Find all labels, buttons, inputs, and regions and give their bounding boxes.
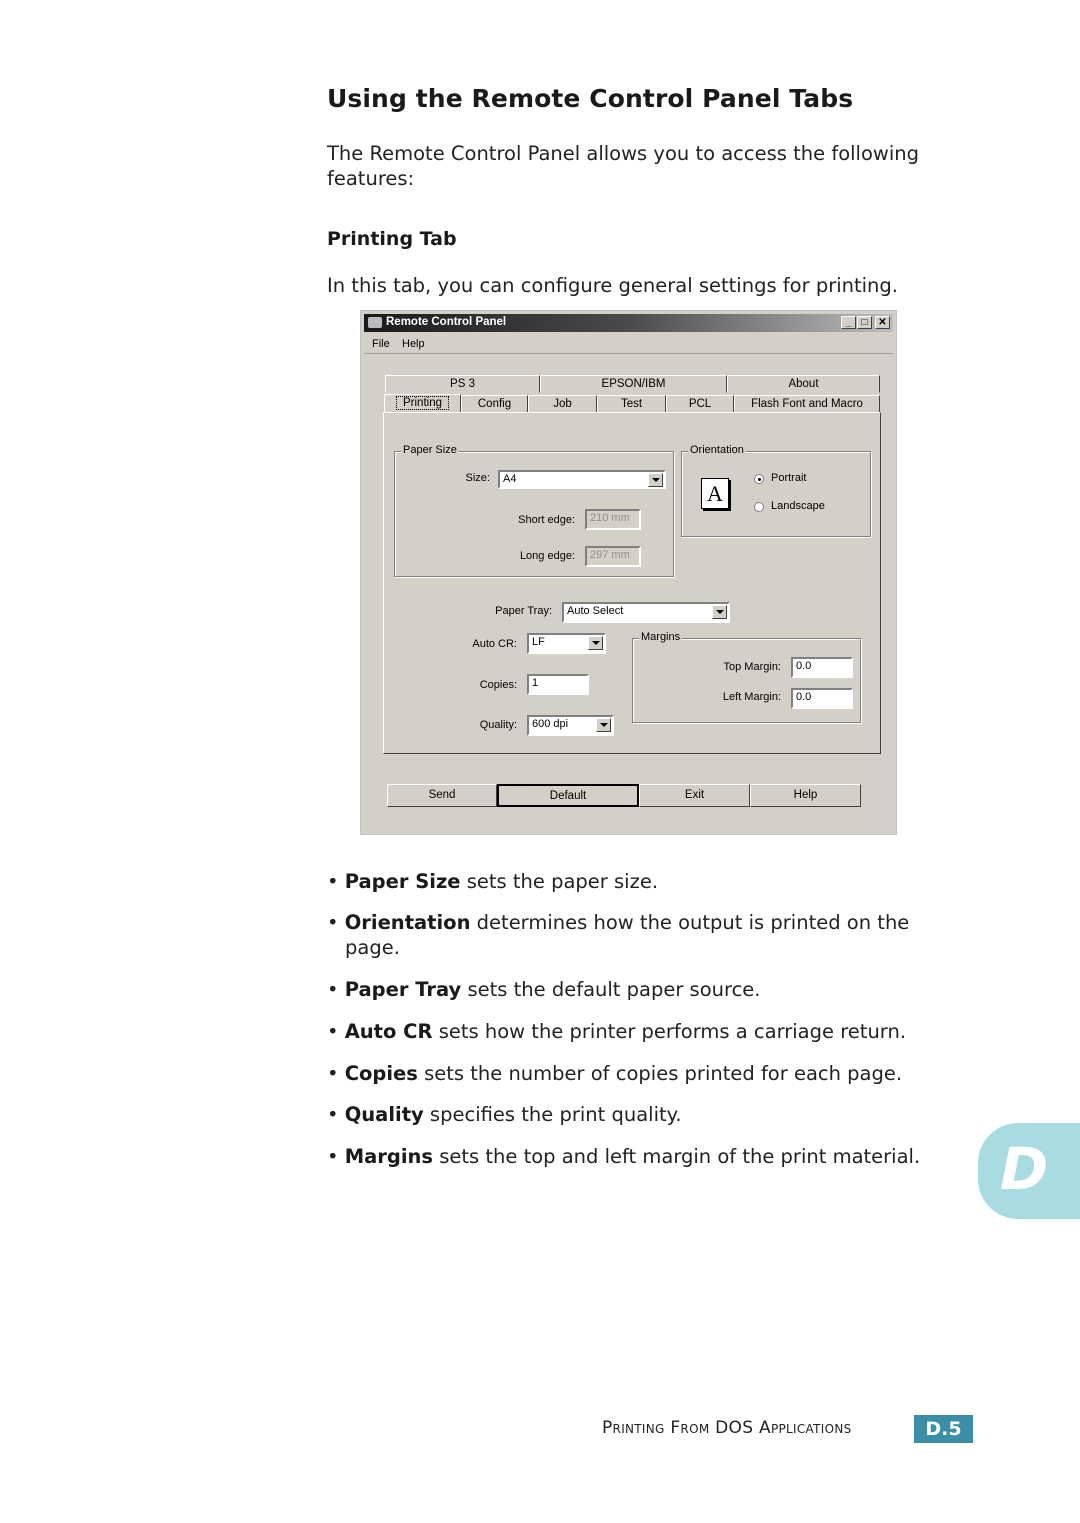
dropdown-arrow-icon[interactable] [712, 605, 727, 619]
page-heading: Using the Remote Control Panel Tabs [327, 84, 854, 113]
bullet-paper-size: • Paper Size sets the paper size. [327, 870, 659, 893]
copies-input[interactable]: 1 [527, 674, 589, 695]
section-title: Printing Tab [327, 228, 457, 250]
tab-printing[interactable]: Printing [384, 394, 461, 413]
intro-line-2: features: [327, 167, 415, 190]
portrait-radio[interactable] [754, 474, 764, 484]
portrait-label[interactable]: Portrait [771, 472, 806, 484]
bullet-copies: • Copies sets the number of copies print… [327, 1062, 903, 1085]
paper-tray-label: Paper Tray: [495, 605, 552, 617]
long-edge-label: Long edge: [519, 550, 575, 562]
chapter-letter: D [1000, 1135, 1049, 1203]
tab-job[interactable]: Job [528, 395, 597, 413]
paper-size-group-label: Paper Size [401, 444, 459, 456]
tab-flash-font-macro[interactable]: Flash Font and Macro [734, 395, 880, 413]
tab-test[interactable]: Test [597, 395, 666, 413]
tab-pcl[interactable]: PCL [666, 395, 734, 413]
bullet-text: sets the number of copies printed for ea… [417, 1062, 903, 1085]
bullet-term: Margins [344, 1145, 434, 1168]
paper-size-group: Paper Size Size: A4 Short edge: 210 mm L… [394, 444, 674, 577]
orientation-group: Orientation A Portrait Landscape [681, 444, 871, 537]
left-margin-input[interactable]: 0.0 [791, 688, 853, 709]
auto-cr-select[interactable]: LF [527, 633, 606, 654]
short-edge-field: 210 mm [585, 509, 641, 530]
margins-group-label: Margins [639, 631, 683, 643]
bullet-text: sets the top and left margin of the prin… [433, 1145, 921, 1168]
left-margin-label: Left Margin: [722, 691, 781, 703]
footer-chapter-title: Printing From DOS Applications [602, 1418, 852, 1438]
tab-epson-ibm[interactable]: EPSON/IBM [540, 375, 727, 393]
bullet-term: Copies [344, 1062, 418, 1085]
bullet-text: determines how the output is printed on … [470, 911, 910, 934]
bullet-term: Quality [344, 1103, 424, 1126]
window-title: Remote Control Panel [386, 316, 507, 328]
bullet-orientation-cont: page. [345, 936, 400, 959]
menu-help[interactable]: Help [402, 338, 425, 350]
remote-control-panel-window: Remote Control Panel _ □ ✕ File Help PS … [360, 310, 897, 835]
bullet-term: Paper Size [344, 870, 461, 893]
landscape-label[interactable]: Landscape [771, 500, 825, 512]
landscape-radio[interactable] [754, 502, 764, 512]
dropdown-arrow-icon[interactable] [648, 473, 663, 487]
send-button[interactable]: Send [387, 784, 497, 807]
intro-line-1: The Remote Control Panel allows you to a… [327, 142, 919, 165]
bullet-orientation: • Orientation determines how the output … [327, 911, 910, 934]
top-margin-input[interactable]: 0.0 [791, 657, 853, 678]
bullet-text: sets the default paper source. [461, 978, 761, 1001]
margins-group: Margins Top Margin: 0.0 Left Margin: 0.0 [632, 631, 861, 723]
size-label: Size: [465, 472, 490, 484]
auto-cr-label: Auto CR: [472, 638, 517, 650]
exit-button[interactable]: Exit [639, 784, 750, 807]
bullet-term: Paper Tray [344, 978, 462, 1001]
bullet-term: Auto CR [344, 1020, 433, 1043]
auto-cr-value: LF [532, 636, 545, 648]
long-edge-field: 297 mm [585, 546, 641, 567]
maximize-button[interactable]: □ [857, 316, 872, 329]
menu-file[interactable]: File [372, 338, 390, 350]
paper-tray-select[interactable]: Auto Select [562, 602, 730, 623]
tab-about[interactable]: About [727, 375, 880, 393]
bullet-text: sets how the printer performs a carriage… [432, 1020, 907, 1043]
tab-config[interactable]: Config [461, 395, 528, 413]
dropdown-arrow-icon[interactable] [596, 718, 611, 732]
section-intro: In this tab, you can configure general s… [327, 274, 898, 297]
bullet-paper-tray: • Paper Tray sets the default paper sour… [327, 978, 761, 1001]
bullet-text: sets the paper size. [460, 870, 659, 893]
bullet-term: Orientation [344, 911, 471, 934]
close-button[interactable]: ✕ [875, 316, 890, 329]
dropdown-arrow-icon[interactable] [588, 636, 603, 650]
paper-tray-value: Auto Select [567, 605, 624, 617]
minimize-button[interactable]: _ [841, 316, 856, 329]
menu-bar: File Help [364, 335, 893, 354]
top-margin-label: Top Margin: [723, 661, 781, 673]
tab-ps3[interactable]: PS 3 [385, 375, 540, 393]
default-button[interactable]: Default [497, 784, 639, 807]
title-bar[interactable]: Remote Control Panel _ □ ✕ [364, 314, 893, 332]
bullet-auto-cr: • Auto CR sets how the printer performs … [327, 1020, 907, 1043]
short-edge-label: Short edge: [518, 514, 575, 526]
size-value: A4 [503, 473, 517, 485]
tab-printing-label: Printing [396, 396, 449, 410]
chapter-side-tab: D [978, 1123, 1080, 1219]
bullet-text: specifies the print quality. [423, 1103, 682, 1126]
printer-icon [368, 317, 382, 328]
quality-label: Quality: [479, 719, 517, 731]
bullet-quality: • Quality specifies the print quality. [327, 1103, 682, 1126]
copies-label: Copies: [479, 679, 517, 691]
page-number-badge: D.5 [914, 1415, 973, 1443]
quality-value: 600 dpi [532, 718, 569, 730]
printing-tab-panel: Paper Size Size: A4 Short edge: 210 mm L… [383, 412, 881, 754]
orientation-group-label: Orientation [688, 444, 746, 456]
size-select[interactable]: A4 [498, 470, 666, 489]
quality-select[interactable]: 600 dpi [527, 715, 614, 736]
bullet-margins: • Margins sets the top and left margin o… [327, 1145, 921, 1168]
portrait-page-icon: A [701, 478, 729, 509]
help-button[interactable]: Help [750, 784, 861, 807]
